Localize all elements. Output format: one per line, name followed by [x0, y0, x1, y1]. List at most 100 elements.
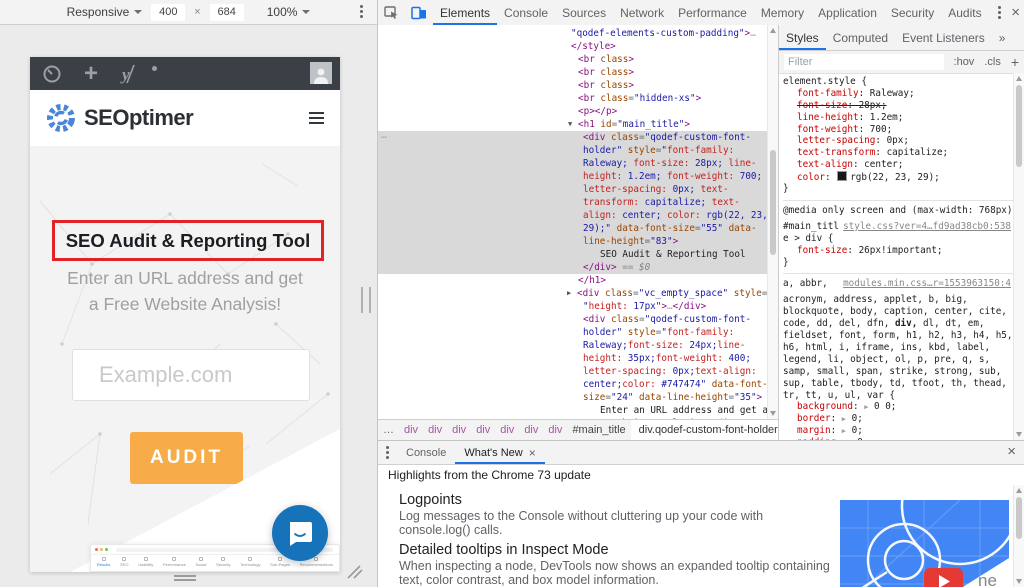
tab-security[interactable]: Security	[884, 0, 941, 25]
zoom-select[interactable]: 100%	[267, 5, 311, 19]
code-line[interactable]: Enter an URL address and get a	[378, 404, 778, 417]
yoast-seo-icon[interactable]: y	[118, 63, 140, 85]
code-line[interactable]: ▶<div class="vc_empty_space" style=	[378, 287, 778, 300]
code-line[interactable]: letter-spacing: 0px;	[783, 135, 1013, 147]
tab-console[interactable]: Console	[397, 441, 455, 464]
code-line[interactable]: font-size: 28px;	[783, 100, 1013, 112]
code-line[interactable]: background: ▶ 0 0;	[783, 401, 1013, 413]
new-style-rule-button[interactable]: +	[1006, 54, 1024, 70]
tab-performance[interactable]: Performance	[671, 0, 754, 25]
devtools-menu-icon[interactable]	[998, 6, 1001, 19]
video-thumbnail[interactable]: ne	[840, 500, 1009, 587]
code-line[interactable]: "height: 17px">…</div>	[378, 300, 778, 313]
whats-new-item-title[interactable]: Detailed tooltips in Inspect Mode	[399, 542, 831, 558]
code-line[interactable]: ▼<h1 id="main_title">	[378, 118, 778, 131]
code-line[interactable]: holder" style="font-family:	[378, 326, 778, 339]
code-line[interactable]: 29);" data-font-size="55" data-	[378, 222, 778, 235]
drawer-scrollbar[interactable]	[1013, 485, 1024, 587]
code-line[interactable]: <br class="hidden-xs">	[378, 92, 778, 105]
code-line[interactable]: border: ▶ 0;	[783, 413, 1013, 425]
code-line[interactable]: "qodef-elements-custom-padding">…	[378, 27, 778, 40]
toggle-hover-button[interactable]: :hov	[949, 56, 980, 68]
code-line[interactable]: }	[783, 183, 1013, 195]
whats-new-item-title[interactable]: Logpoints	[399, 492, 831, 508]
code-line[interactable]: blockquote, body, caption, center, cite,	[783, 306, 1013, 318]
inspect-element-icon[interactable]	[378, 0, 405, 25]
code-line[interactable]: fieldset, font, form, h1, h2, h3, h4, h5…	[783, 330, 1013, 342]
tab-whats-new[interactable]: What's New×	[455, 441, 544, 464]
viewport-resize-handle[interactable]	[361, 287, 371, 313]
breadcrumb-item[interactable]: div	[423, 424, 447, 436]
device-mode-select[interactable]: Responsive	[67, 5, 143, 19]
code-line[interactable]: tr, tt, u, ul, var {	[783, 390, 1013, 402]
code-line[interactable]: element.style {	[783, 76, 1013, 88]
code-line[interactable]: sup, table, tbody, td, tfoot, th, thead,	[783, 378, 1013, 390]
code-line[interactable]: <div class="qodef-custom-font-	[378, 313, 778, 326]
code-line[interactable]: <br class>	[378, 79, 778, 92]
code-line[interactable]: }	[783, 257, 1013, 269]
tab-application[interactable]: Application	[811, 0, 884, 25]
code-line[interactable]: code, dd, del, dfn, div, dl, dt, em,	[783, 318, 1013, 330]
viewport-height-input[interactable]: 684	[210, 4, 244, 21]
code-line[interactable]: font-size: 26px!important;	[783, 245, 1013, 257]
disclosure-triangle-icon[interactable]: ▶	[567, 287, 577, 300]
sidebar-tab--[interactable]: »	[992, 25, 1013, 50]
code-line[interactable]: center;color: #747474" data-font-	[378, 378, 778, 391]
devtools-close-icon[interactable]: ×	[1011, 5, 1020, 20]
code-line[interactable]: height: 35px;font-weight: 400;	[378, 352, 778, 365]
viewport-drag-handle[interactable]	[174, 575, 196, 583]
code-line[interactable]: style.css?ver=4…fd9ad38cb0:538#main_titl	[783, 221, 1013, 233]
code-line[interactable]: line-height: 1.2em;	[783, 112, 1013, 124]
new-content-icon[interactable]: +	[84, 64, 98, 84]
tab-memory[interactable]: Memory	[754, 0, 811, 25]
seoptimer-logo[interactable]: SEOptimer	[44, 101, 193, 135]
code-line[interactable]: height: 1.2em; font-weight: 700;	[378, 170, 778, 183]
code-line[interactable]: <p></p>	[378, 105, 778, 118]
code-line[interactable]: acronym, address, applet, b, big,	[783, 294, 1013, 306]
code-line[interactable]: margin: ▶ 0;	[783, 425, 1013, 437]
device-toolbar-icon[interactable]	[405, 0, 433, 25]
code-line[interactable]: Raleway;font-size: 24px;line-	[378, 339, 778, 352]
dashboard-gauge-icon[interactable]	[42, 64, 62, 84]
code-line[interactable]: </div> == $0	[378, 261, 778, 274]
breadcrumb-item[interactable]: div	[495, 424, 519, 436]
avatar[interactable]	[310, 62, 332, 84]
code-line[interactable]: SEO Audit & Reporting Tool	[378, 248, 778, 261]
tab-network[interactable]: Network	[613, 0, 671, 25]
sidebar-tab-computed[interactable]: Computed	[826, 25, 895, 50]
code-line[interactable]: align: center; color: rgb(22, 23,	[378, 209, 778, 222]
breadcrumb-item[interactable]: div	[543, 424, 567, 436]
breadcrumb-item[interactable]: div	[471, 424, 495, 436]
code-line[interactable]: </h1>	[378, 274, 778, 287]
code-line[interactable]: h6, html, i, iframe, ins, kbd, label,	[783, 342, 1013, 354]
code-line[interactable]: e > div {	[783, 233, 1013, 245]
code-line[interactable]: modules.min.css…r=1553963150:4a, abbr,	[783, 273, 1013, 294]
code-line[interactable]: samp, small, span, strike, strong, sub,	[783, 366, 1013, 378]
code-line[interactable]: font-weight: 700;	[783, 124, 1013, 136]
tab-audits[interactable]: Audits	[941, 0, 988, 25]
breadcrumb-item[interactable]: div	[447, 424, 471, 436]
code-line[interactable]: size="24" data-line-height="35">	[378, 391, 778, 404]
code-line[interactable]: holder" style="font-family:	[378, 144, 778, 157]
elements-scrollbar[interactable]	[767, 25, 778, 419]
sidebar-tab-event-listeners[interactable]: Event Listeners	[895, 25, 992, 50]
code-line[interactable]: color: rgb(22, 23, 29);	[783, 171, 1013, 183]
code-line[interactable]: line-height="83">	[378, 235, 778, 248]
tab-console[interactable]: Console	[497, 0, 555, 25]
styles-scrollbar[interactable]	[1013, 73, 1024, 440]
code-line[interactable]: <br class>	[378, 53, 778, 66]
drawer-close-icon[interactable]: ×	[1007, 444, 1016, 459]
styles-filter-input[interactable]: Filter	[784, 54, 944, 70]
breadcrumb-item[interactable]: …	[378, 424, 399, 436]
sidebar-tab-styles[interactable]: Styles	[779, 25, 826, 50]
code-line[interactable]: transform: capitalize; text-	[378, 196, 778, 209]
code-line[interactable]: text-align: center;	[783, 159, 1013, 171]
breadcrumb-item[interactable]: div	[399, 424, 423, 436]
tab-sources[interactable]: Sources	[555, 0, 613, 25]
code-line[interactable]: text-transform: capitalize;	[783, 147, 1013, 159]
breadcrumb-item[interactable]: div.qodef-custom-font-holder	[631, 420, 778, 440]
chat-widget-button[interactable]	[272, 505, 328, 561]
viewport-width-input[interactable]: 400	[151, 4, 185, 21]
code-line[interactable]: @media only screen and (max-width: 768px…	[783, 200, 1013, 221]
code-line[interactable]: letter-spacing: 0px; text-	[378, 183, 778, 196]
